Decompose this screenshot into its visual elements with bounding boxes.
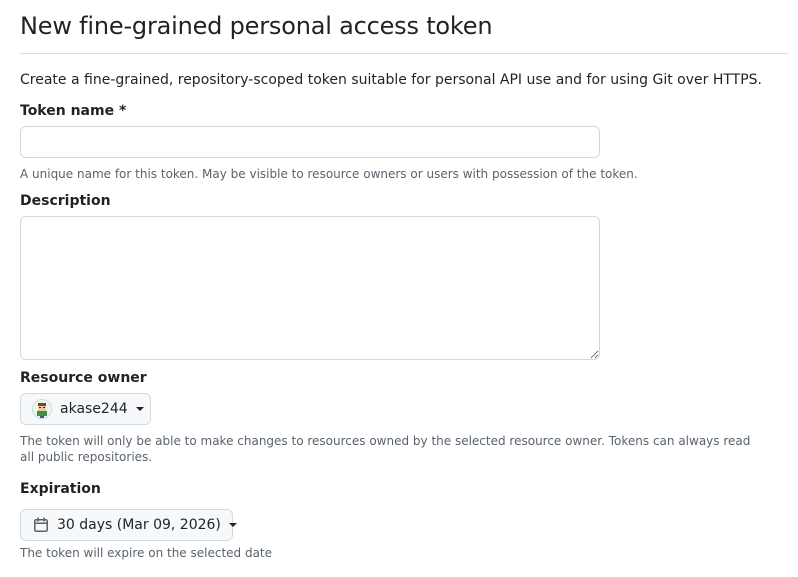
intro-text: Create a fine-grained, repository-scoped… — [20, 72, 762, 88]
token-name-hint: A unique name for this token. May be vis… — [20, 167, 638, 181]
chevron-down-icon — [135, 407, 144, 411]
expiration-value: 30 days (Mar 09, 2026) — [57, 517, 221, 533]
resource-owner-label: Resource owner — [20, 370, 147, 386]
page-title: New fine-grained personal access token — [20, 12, 493, 40]
token-name-input[interactable] — [20, 126, 600, 158]
description-textarea[interactable] — [20, 216, 600, 360]
resource-owner-value: akase244 — [60, 401, 128, 417]
resource-owner-hint: The token will only be able to make chan… — [20, 434, 751, 464]
user-avatar-icon — [32, 399, 52, 419]
chevron-down-icon — [228, 523, 237, 527]
token-name-label: Token name * — [20, 103, 127, 119]
expiration-hint: The token will expire on the selected da… — [20, 546, 273, 560]
calendar-icon — [34, 517, 48, 532]
expiration-label: Expiration — [20, 481, 101, 497]
expiration-dropdown[interactable]: 30 days (Mar 09, 2026) — [20, 509, 237, 541]
resource-owner-dropdown[interactable]: akase244 — [20, 393, 151, 425]
description-label: Description — [20, 193, 111, 209]
title-divider — [20, 53, 788, 54]
